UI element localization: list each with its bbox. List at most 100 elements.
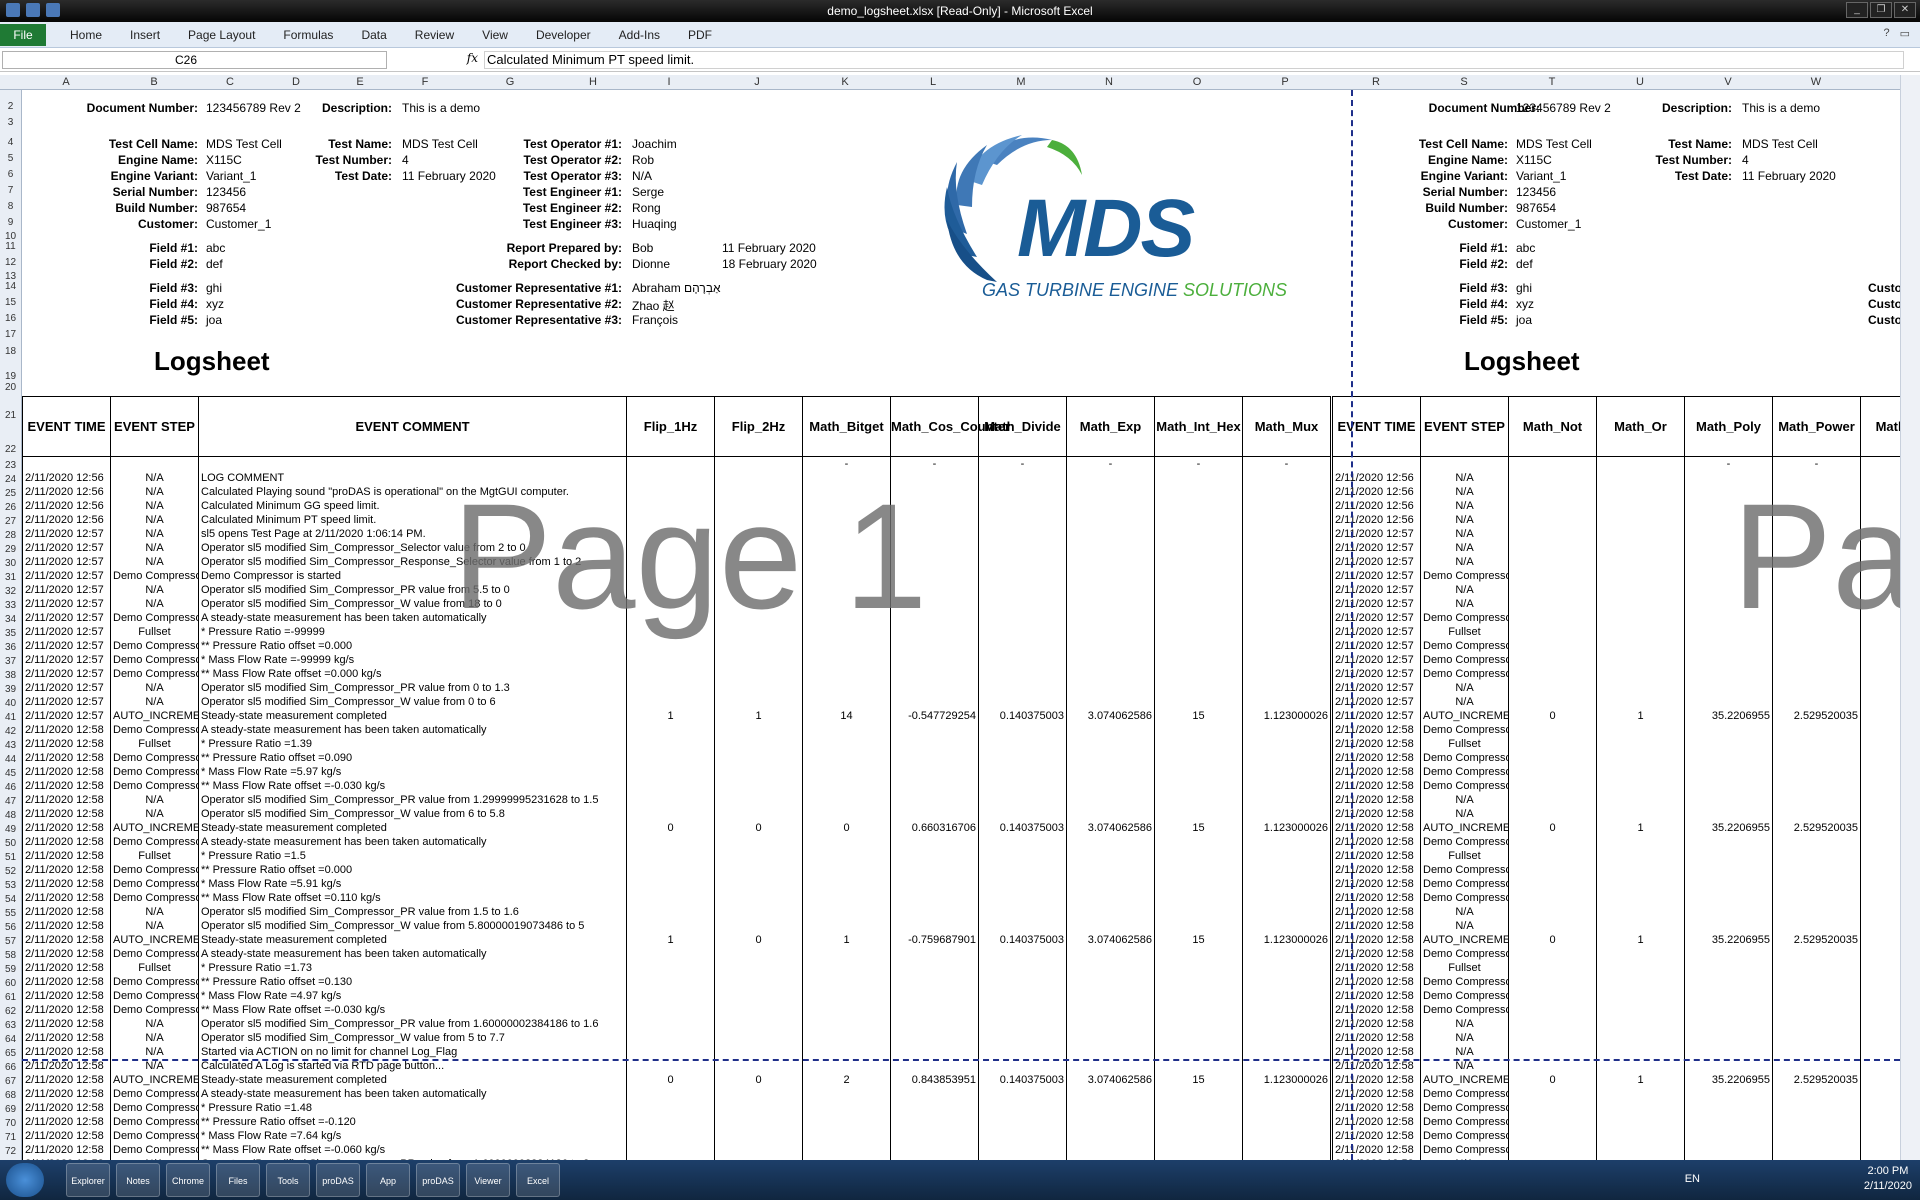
table-cell[interactable]: ** Mass Flow Rate offset =-0.030 kg/s	[198, 779, 627, 793]
table-cell[interactable]	[1066, 1003, 1155, 1017]
table-cell[interactable]	[890, 975, 979, 989]
row-header[interactable]: 23	[0, 460, 21, 471]
table-cell[interactable]	[626, 1031, 715, 1045]
table-cell[interactable]	[1772, 737, 1861, 751]
table-cell[interactable]: N/A	[110, 597, 199, 611]
table-cell[interactable]	[1596, 597, 1685, 611]
table-cell[interactable]	[1508, 1017, 1597, 1031]
table-cell[interactable]	[1684, 1115, 1773, 1129]
table-cell[interactable]	[714, 695, 803, 709]
table-cell[interactable]: 2/11/2020 12:57	[1332, 681, 1421, 695]
table-cell[interactable]: 1.123000026	[1242, 933, 1331, 947]
table-cell[interactable]	[1154, 877, 1243, 891]
table-cell[interactable]: 2/11/2020 12:58	[1332, 1017, 1421, 1031]
table-cell[interactable]	[890, 1017, 979, 1031]
table-cell[interactable]: 2/11/2020 12:58	[1332, 1059, 1421, 1073]
table-cell[interactable]: 2/11/2020 12:58	[1332, 737, 1421, 751]
table-cell[interactable]	[802, 849, 891, 863]
table-cell[interactable]	[626, 1115, 715, 1129]
table-cell[interactable]	[1242, 639, 1331, 653]
table-cell[interactable]: Demo Compressor	[1420, 1101, 1509, 1115]
table-cell[interactable]	[1596, 723, 1685, 737]
table-cell[interactable]	[1508, 555, 1597, 569]
table-cell[interactable]	[1596, 471, 1685, 485]
table-cell[interactable]: 2/11/2020 12:58	[1332, 989, 1421, 1003]
table-cell[interactable]	[714, 989, 803, 1003]
table-cell[interactable]: 2/11/2020 12:57	[1332, 667, 1421, 681]
table-cell[interactable]: Demo Compressor	[1420, 877, 1509, 891]
table-cell[interactable]: ** Pressure Ratio offset =-0.120	[198, 1115, 627, 1129]
table-row[interactable]: 2/11/2020 12:58N/AOperator sl5 modified …	[22, 793, 1331, 807]
table-cell[interactable]: Demo Compressor	[110, 1003, 199, 1017]
table-cell[interactable]	[1596, 947, 1685, 961]
table-cell[interactable]: AUTO_INCREMENT	[1420, 933, 1509, 947]
table-cell[interactable]: 2/11/2020 12:57	[22, 667, 111, 681]
table-cell[interactable]	[890, 1115, 979, 1129]
table-cell[interactable]: 2/11/2020 12:58	[1332, 1087, 1421, 1101]
table-cell[interactable]	[1860, 961, 1900, 975]
table-row[interactable]: 2/11/2020 12:58AUTO_INCREMENTSteady-stat…	[22, 821, 1331, 835]
table-cell[interactable]	[1066, 863, 1155, 877]
table-cell[interactable]: 2/11/2020 12:57	[1332, 583, 1421, 597]
insert-function-icon[interactable]: fx	[440, 51, 478, 69]
table-cell[interactable]	[1508, 1045, 1597, 1059]
table-cell[interactable]: 2/11/2020 12:58	[1332, 1129, 1421, 1143]
table-cell[interactable]	[1860, 947, 1900, 961]
table-cell[interactable]	[1242, 989, 1331, 1003]
table-cell[interactable]: Demo Compressor	[110, 863, 199, 877]
table-cell[interactable]: 2/11/2020 12:56	[1332, 499, 1421, 513]
table-cell[interactable]	[978, 611, 1067, 625]
table-cell[interactable]	[1066, 807, 1155, 821]
table-cell[interactable]	[802, 1003, 891, 1017]
table-cell[interactable]: N/A	[110, 485, 199, 499]
table-cell[interactable]: Demo Compressor	[1420, 765, 1509, 779]
table-cell[interactable]: N/A	[110, 541, 199, 555]
table-cell[interactable]: 2/11/2020 12:56	[1332, 513, 1421, 527]
table-cell[interactable]	[1772, 765, 1861, 779]
ribbon-tab[interactable]: Home	[56, 28, 116, 42]
table-cell[interactable]	[1684, 765, 1773, 779]
row-header[interactable]: 34	[0, 614, 21, 625]
table-cell[interactable]: N/A	[1420, 905, 1509, 919]
table-cell[interactable]	[626, 975, 715, 989]
table-cell[interactable]	[1242, 1059, 1331, 1073]
help-icon[interactable]: ?	[1883, 27, 1889, 40]
table-cell[interactable]	[1596, 485, 1685, 499]
table-cell[interactable]: Fullset	[1420, 625, 1509, 639]
table-cell[interactable]	[1508, 667, 1597, 681]
table-cell[interactable]: 2/11/2020 12:57	[22, 597, 111, 611]
table-cell[interactable]	[978, 569, 1067, 583]
table-cell[interactable]	[1772, 1017, 1861, 1031]
table-cell[interactable]: N/A	[1420, 1031, 1509, 1045]
table-cell[interactable]	[1596, 989, 1685, 1003]
table-cell[interactable]	[626, 1017, 715, 1031]
table-cell[interactable]	[1860, 1017, 1900, 1031]
table-cell[interactable]	[714, 1031, 803, 1045]
table-cell[interactable]: 2/11/2020 12:58	[1332, 751, 1421, 765]
table-cell[interactable]	[1066, 1059, 1155, 1073]
taskbar-app[interactable]: Notes	[116, 1163, 160, 1197]
table-cell[interactable]: ** Mass Flow Rate offset =0.110 kg/s	[198, 891, 627, 905]
table-cell[interactable]: Demo Compressor	[110, 751, 199, 765]
table-cell[interactable]	[1066, 569, 1155, 583]
table-cell[interactable]	[890, 1143, 979, 1157]
table-cell[interactable]	[714, 1143, 803, 1157]
table-cell[interactable]	[1066, 583, 1155, 597]
table-cell[interactable]: 2/11/2020 12:58	[22, 849, 111, 863]
table-cell[interactable]	[1772, 947, 1861, 961]
table-cell[interactable]	[1242, 793, 1331, 807]
table-cell[interactable]	[1684, 779, 1773, 793]
table-cell[interactable]	[802, 863, 891, 877]
table-cell[interactable]	[1860, 975, 1900, 989]
table-cell[interactable]	[1860, 1003, 1900, 1017]
table-cell[interactable]: 2/11/2020 12:57	[1332, 569, 1421, 583]
table-cell[interactable]: 2/11/2020 12:58	[22, 989, 111, 1003]
row-header[interactable]: 62	[0, 1006, 21, 1017]
table-cell[interactable]	[802, 793, 891, 807]
table-cell[interactable]: 2/11/2020 12:57	[22, 695, 111, 709]
table-cell[interactable]	[1242, 863, 1331, 877]
table-row[interactable]: 2/11/2020 12:58 Demo Compressor ** Mass Fl…	[22, 1003, 1331, 1017]
table-cell[interactable]: 2/11/2020 12:58	[22, 863, 111, 877]
table-cell[interactable]	[1066, 835, 1155, 849]
table-cell[interactable]	[1066, 877, 1155, 891]
